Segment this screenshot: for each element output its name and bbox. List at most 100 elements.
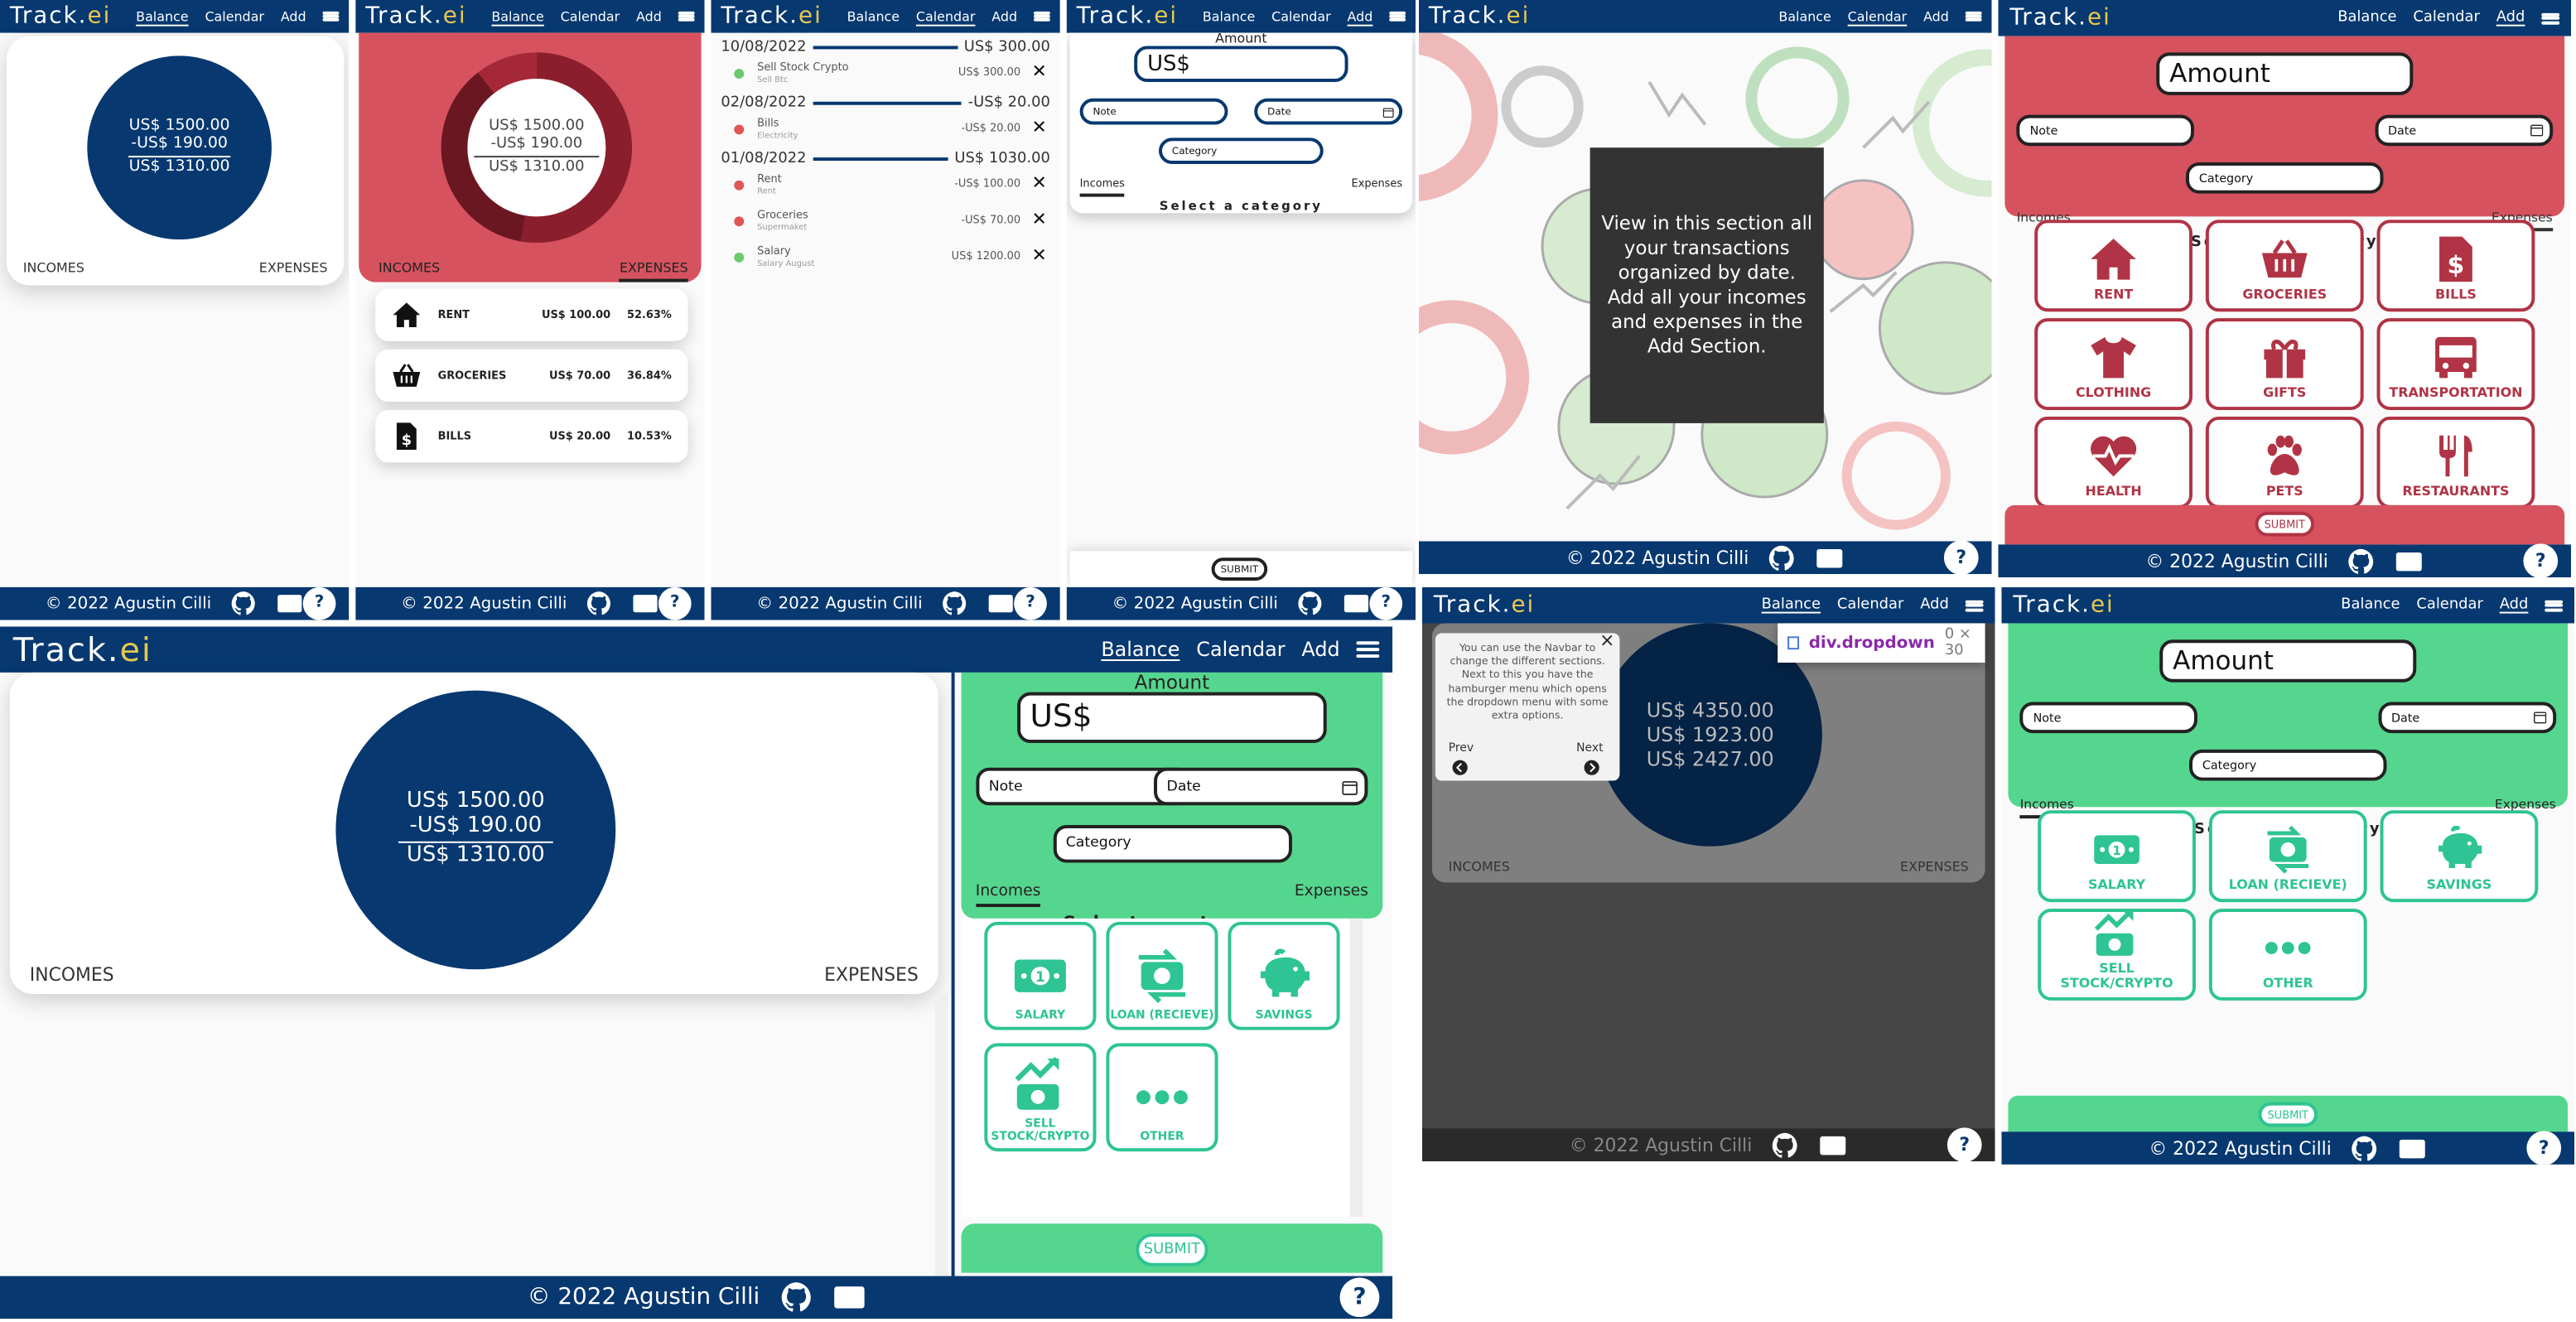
amount-input[interactable]: Amount <box>2159 639 2417 683</box>
date-input[interactable]: Date <box>2378 702 2556 734</box>
tour-close-button[interactable]: × <box>1599 630 1614 653</box>
chevron-left-icon[interactable] <box>1452 760 1469 776</box>
date-input[interactable]: Date <box>1153 767 1368 806</box>
github-icon[interactable] <box>231 591 258 617</box>
nav-add[interactable]: Add <box>991 9 1017 24</box>
github-icon[interactable] <box>779 1281 813 1314</box>
category-input[interactable]: Category <box>2186 162 2384 194</box>
delete-transaction-icon[interactable]: ✕ <box>1032 208 1047 229</box>
hamburger-menu-icon[interactable] <box>1356 641 1380 659</box>
nav-balance[interactable]: Balance <box>1101 638 1179 661</box>
nav-add[interactable]: Add <box>1923 9 1949 24</box>
category-tile[interactable]: LOAN (RECIEVE) <box>2208 810 2367 903</box>
expenses-tab[interactable]: EXPENSES <box>1900 860 1969 881</box>
help-button[interactable]: ? <box>1943 540 1979 575</box>
tiles-scrollbar[interactable] <box>1349 918 1363 1218</box>
brand-logo[interactable]: Track.ei <box>365 3 466 30</box>
hamburger-menu-icon[interactable] <box>1033 11 1050 22</box>
hamburger-menu-icon[interactable] <box>1965 599 1984 611</box>
expenses-tab[interactable]: EXPENSES <box>824 964 919 992</box>
expense-row[interactable]: RENT US$ 100.00 52.63% <box>375 288 688 341</box>
nav-balance[interactable]: Balance <box>136 9 188 24</box>
note-input[interactable]: Note <box>1079 98 1228 125</box>
category-tile[interactable]: 1 SALARY <box>984 921 1097 1030</box>
amount-input[interactable]: US$ <box>1016 691 1328 744</box>
github-icon[interactable] <box>1772 1131 1800 1159</box>
help-button[interactable]: ? <box>2526 1131 2562 1165</box>
nav-balance[interactable]: Balance <box>847 9 900 24</box>
left-scrollbar[interactable] <box>934 993 948 1276</box>
nav-add[interactable]: Add <box>636 9 662 24</box>
submit-button[interactable]: SUBMIT <box>1211 557 1268 581</box>
chevron-right-icon[interactable] <box>1584 760 1600 776</box>
category-tile[interactable]: OTHER <box>1106 1043 1218 1152</box>
mail-icon[interactable] <box>832 1281 866 1314</box>
help-button[interactable]: ? <box>302 586 336 620</box>
github-icon[interactable] <box>943 591 969 617</box>
mail-icon[interactable] <box>1820 1131 1848 1159</box>
delete-transaction-icon[interactable]: ✕ <box>1032 172 1047 194</box>
brand-logo[interactable]: Track.ei <box>1429 3 1530 30</box>
nav-add[interactable]: Add <box>1348 9 1373 24</box>
brand-logo[interactable]: Track.ei <box>721 3 822 30</box>
note-input[interactable]: Note <box>2016 114 2195 147</box>
incomes-tab[interactable]: INCOMES <box>23 261 84 282</box>
nav-add[interactable]: Add <box>1920 597 1949 614</box>
nav-calendar[interactable]: Calendar <box>205 9 264 24</box>
nav-balance[interactable]: Balance <box>491 9 543 24</box>
hamburger-menu-icon[interactable] <box>2541 12 2560 24</box>
transaction-item[interactable]: Groceries Supermaket -US$ 70.00 ✕ <box>731 208 1053 243</box>
nav-add[interactable]: Add <box>2500 597 2529 614</box>
category-tile[interactable]: GROCERIES <box>2205 220 2364 312</box>
expenses-tab[interactable]: EXPENSES <box>259 261 328 282</box>
expenses-tab[interactable]: Expenses <box>1352 177 1403 197</box>
mail-icon[interactable] <box>633 591 659 617</box>
nav-calendar[interactable]: Calendar <box>2413 10 2479 27</box>
incomes-tab[interactable]: INCOMES <box>379 261 440 282</box>
nav-calendar[interactable]: Calendar <box>1271 9 1331 24</box>
delete-transaction-icon[interactable]: ✕ <box>1032 117 1047 138</box>
brand-logo[interactable]: Track.ei <box>1434 592 1535 619</box>
submit-button[interactable]: SUBMIT <box>2255 511 2315 537</box>
expense-row[interactable]: GROCERIES US$ 70.00 36.84% <box>375 349 688 403</box>
transaction-item[interactable]: Salary Salary August US$ 1200.00 ✕ <box>731 244 1053 279</box>
category-tile[interactable]: RENT <box>2034 220 2192 312</box>
category-tile[interactable]: OTHER <box>2208 909 2367 1001</box>
mail-icon[interactable] <box>277 591 304 617</box>
hamburger-menu-icon[interactable] <box>2545 599 2564 611</box>
note-input[interactable]: Note <box>2019 702 2198 734</box>
transaction-item[interactable]: Sell Stock Crypto Sell Btc US$ 300.00 ✕ <box>731 60 1053 95</box>
mail-icon[interactable] <box>2399 1134 2427 1162</box>
help-button[interactable]: ? <box>1946 1127 1982 1161</box>
category-tile[interactable]: PETS <box>2205 416 2364 509</box>
expenses-tab[interactable]: EXPENSES <box>619 261 688 282</box>
nav-add[interactable]: Add <box>2496 10 2525 27</box>
nav-add[interactable]: Add <box>1301 638 1339 661</box>
help-button[interactable]: ? <box>1369 586 1403 620</box>
nav-balance[interactable]: Balance <box>1203 9 1255 24</box>
category-input[interactable]: Category <box>1159 138 1324 165</box>
mail-icon[interactable] <box>2395 547 2424 575</box>
brand-logo[interactable]: Track.ei <box>10 3 111 30</box>
brand-logo[interactable]: Track.ei <box>2013 592 2114 619</box>
incomes-tab[interactable]: Incomes <box>1079 177 1125 197</box>
incomes-tab[interactable]: INCOMES <box>30 964 114 992</box>
category-tile[interactable]: SELL STOCK/CRYPTO <box>984 1043 1097 1152</box>
category-input[interactable]: Category <box>2189 749 2387 781</box>
help-button[interactable]: ? <box>1014 586 1047 620</box>
category-tile[interactable]: TRANSPORTATION <box>2376 318 2535 411</box>
category-tile[interactable]: CLOTHING <box>2034 318 2192 411</box>
delete-transaction-icon[interactable]: ✕ <box>1032 244 1047 266</box>
mail-icon[interactable] <box>1816 543 1845 572</box>
category-tile[interactable]: SELL STOCK/CRYPTO <box>2038 908 2196 1001</box>
category-tile[interactable]: 1 SALARY <box>2038 810 2196 903</box>
category-tile[interactable]: SAVINGS <box>1228 921 1340 1030</box>
delete-transaction-icon[interactable]: ✕ <box>1032 60 1047 82</box>
transaction-item[interactable]: Rent Rent -US$ 100.00 ✕ <box>731 172 1053 207</box>
nav-calendar[interactable]: Calendar <box>561 9 620 24</box>
amount-input[interactable]: Amount <box>2156 51 2414 95</box>
nav-balance[interactable]: Balance <box>2337 10 2396 27</box>
nav-calendar[interactable]: Calendar <box>1848 9 1908 24</box>
nav-calendar[interactable]: Calendar <box>1837 597 1903 614</box>
amount-input[interactable]: US$ <box>1134 46 1348 83</box>
